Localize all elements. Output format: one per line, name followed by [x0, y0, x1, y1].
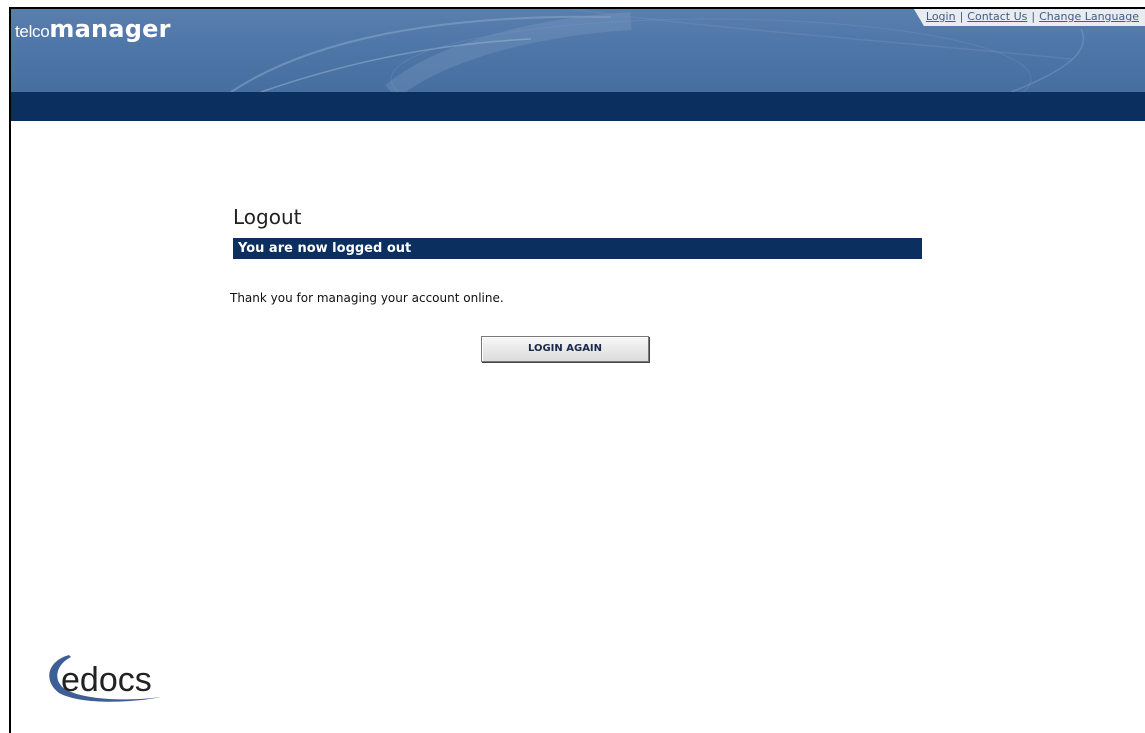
thank-you-message: Thank you for managing your account onli… — [230, 291, 504, 305]
nav-bar — [11, 92, 1145, 121]
header-banner: telcomanager Login | Contact Us | Change Lan… — [11, 9, 1145, 92]
login-link[interactable]: Login — [926, 10, 956, 23]
page-frame: telcomanager Login | Contact Us | Change Lan… — [9, 7, 1145, 733]
login-again-button[interactable]: LOGIN AGAIN — [481, 336, 649, 362]
page-title: Logout — [233, 205, 302, 229]
status-banner: You are now logged out — [233, 238, 922, 259]
app-logo: telcomanager — [15, 15, 171, 43]
brand-name: manager — [49, 15, 171, 43]
brand-prefix: telco — [15, 22, 50, 41]
top-links: Login | Contact Us | Change Language — [913, 9, 1145, 26]
link-separator: | — [1031, 10, 1036, 23]
change-language-link[interactable]: Change Language — [1039, 10, 1139, 23]
edocs-logo-graphic: edocs — [49, 655, 161, 702]
edocs-logo: edocs — [41, 647, 201, 711]
link-separator: | — [959, 10, 964, 23]
contact-us-link[interactable]: Contact Us — [967, 10, 1027, 23]
edocs-logo-text: edocs — [61, 661, 152, 699]
